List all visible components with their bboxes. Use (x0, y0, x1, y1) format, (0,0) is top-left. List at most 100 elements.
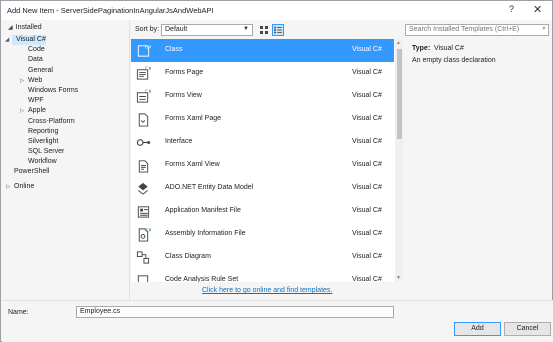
template-item-forms-view[interactable]: C# Forms View Visual C# (131, 85, 394, 108)
tree-item-web[interactable]: ▷ Web (2, 76, 129, 86)
template-item-code-analysis-rule-set[interactable]: Code Analysis Rule Set Visual C# (131, 269, 394, 282)
template-item-class[interactable]: C# Class Visual C# (131, 39, 394, 62)
expand-arrow-icon: ▷ (6, 183, 11, 190)
tree-item-label: SQL Server (28, 148, 65, 156)
template-list-scrollbar[interactable]: ▲ ▼ (395, 39, 403, 282)
tree-item-windows-forms[interactable]: Windows Forms (2, 86, 129, 96)
list-view-icon[interactable] (272, 24, 284, 36)
tree-item-visual-c-[interactable]: ◢ Visual C# (5, 35, 46, 46)
template-description: An empty class declaration (412, 57, 496, 64)
template-name: Forms Xaml View (165, 161, 220, 168)
tree-item-label: Code (28, 46, 45, 54)
template-item-ado-net-entity-data-model[interactable]: ADO.NET Entity Data Model Visual C# (131, 177, 394, 200)
sort-by-label: Sort by: (135, 26, 160, 33)
tree-item-label: Workflow (28, 158, 57, 166)
search-input[interactable]: Search Installed Templates (Ctrl+E) ⌕ (405, 24, 549, 36)
tree-item-label: PowerShell (14, 168, 50, 176)
class-diagram-icon (136, 251, 150, 264)
template-name: Class Diagram (165, 253, 211, 260)
tree-item-workflow[interactable]: Workflow (2, 157, 129, 167)
expand-arrow-icon[interactable]: ▷ (20, 106, 24, 116)
template-list: C# Class Visual C# C# Forms Page Visual C# C# F… (131, 39, 394, 282)
tree-item-label: Web (28, 76, 43, 84)
collapse-arrow-icon[interactable]: ◢ (5, 35, 9, 45)
template-language: Visual C# (352, 138, 382, 145)
template-language: Visual C# (352, 115, 382, 122)
online-node[interactable]: ▷ Online (2, 182, 129, 192)
template-item-assembly-information-file[interactable]: C# Assembly Information File Visual C# (131, 223, 394, 246)
details-panel: Search Installed Templates (Ctrl+E) ⌕ Ty… (404, 20, 552, 300)
template-name: Forms View (165, 92, 202, 99)
template-toolbar: Sort by: Default ▼ (131, 20, 403, 39)
svg-text:C#: C# (145, 89, 151, 95)
tree-item-label: Data (28, 56, 43, 64)
search-placeholder: Search Installed Templates (Ctrl+E) (409, 26, 520, 33)
category-panel: ◢ Installed ◢ Visual C# Code Data General ▷ Web… (2, 20, 130, 300)
name-field[interactable]: Employee.cs (76, 306, 394, 318)
help-button[interactable]: ? (509, 4, 514, 14)
template-name: Application Manifest File (165, 207, 241, 214)
tree-item-label: Windows Forms (28, 86, 79, 94)
add-button[interactable]: Add (454, 322, 501, 336)
tree-item-label: Reporting (28, 127, 59, 135)
expand-arrow-icon[interactable]: ▷ (20, 76, 24, 86)
xaml-view-icon (138, 160, 149, 173)
template-name: Class (165, 46, 183, 53)
template-item-interface[interactable]: Interface Visual C# (131, 131, 394, 154)
template-item-application-manifest-file[interactable]: Application Manifest File Visual C# (131, 200, 394, 223)
tree-item-powershell[interactable]: PowerShell (2, 167, 129, 177)
svg-text:C#: C# (145, 45, 151, 51)
title-bar: Add New Item - ServerSidePaginationInAng… (1, 1, 552, 20)
cancel-button[interactable]: Cancel (504, 322, 551, 336)
template-name: Interface (165, 138, 193, 145)
template-language: Visual C# (352, 92, 382, 99)
name-label: Name: (8, 309, 29, 316)
tree-item-data[interactable]: Data (2, 55, 129, 65)
template-item-class-diagram[interactable]: Class Diagram Visual C# (131, 246, 394, 269)
installed-header[interactable]: ◢ Installed (2, 20, 129, 35)
chevron-down-icon: ▼ (243, 26, 249, 32)
xaml-page-icon (138, 113, 149, 127)
scroll-down-icon[interactable]: ▼ (396, 275, 401, 281)
close-button[interactable]: ✕ (533, 3, 542, 16)
footer: Name: Employee.cs Add Cancel (2, 300, 553, 342)
tree-item-apple[interactable]: ▷ Apple (2, 106, 129, 116)
template-item-forms-page[interactable]: C# Forms Page Visual C# (131, 62, 394, 85)
class-icon: C# (137, 45, 151, 57)
entity-model-icon (138, 182, 148, 195)
tree-item-reporting[interactable]: Reporting (2, 127, 129, 137)
sort-by-dropdown[interactable]: Default ▼ (161, 24, 253, 36)
template-language: Visual C# (352, 230, 382, 237)
tree-item-label: Cross-Platform (28, 117, 75, 125)
assembly-info-icon: C# (138, 228, 151, 242)
template-language: Visual C# (352, 46, 382, 53)
template-name: Forms Xaml Page (165, 115, 222, 122)
template-language: Visual C# (352, 253, 382, 260)
tree-item-code[interactable]: Code (2, 45, 129, 55)
scroll-up-icon[interactable]: ▲ (396, 40, 401, 46)
interface-icon (136, 139, 151, 146)
tree-item-silverlight[interactable]: Silverlight (2, 137, 129, 147)
type-label: Type: (412, 45, 431, 52)
tree-item-label: General (28, 66, 53, 74)
template-language: Visual C# (352, 207, 382, 214)
search-icon[interactable]: ⌕ (542, 25, 546, 33)
online-templates-link[interactable]: Click here to go online and find templat… (202, 287, 332, 294)
tree-item-label: Apple (28, 107, 46, 115)
tree-item-general[interactable]: General (2, 66, 129, 76)
tree-item-label: Visual C# (16, 36, 46, 43)
tree-item-sql-server[interactable]: SQL Server (2, 147, 129, 157)
tree-item-wpf[interactable]: WPF (2, 96, 129, 106)
template-item-forms-xaml-page[interactable]: Forms Xaml Page Visual C# (131, 108, 394, 131)
small-icons-view-icon[interactable] (258, 24, 270, 36)
template-item-forms-xaml-view[interactable]: Forms Xaml View Visual C# (131, 154, 394, 177)
collapse-arrow-icon: ◢ (8, 25, 13, 31)
template-type: Type: Visual C# (412, 45, 464, 52)
add-new-item-dialog: Add New Item - ServerSidePaginationInAng… (0, 0, 553, 342)
online-templates-bar: Click here to go online and find templat… (131, 282, 403, 300)
online-label: Online (14, 182, 35, 190)
tree-item-cross-platform[interactable]: Cross-Platform (2, 117, 129, 127)
forms-view-icon: C# (136, 89, 151, 103)
scrollbar-thumb[interactable] (397, 49, 402, 139)
dialog-title: Add New Item - ServerSidePaginationInAng… (7, 6, 214, 15)
